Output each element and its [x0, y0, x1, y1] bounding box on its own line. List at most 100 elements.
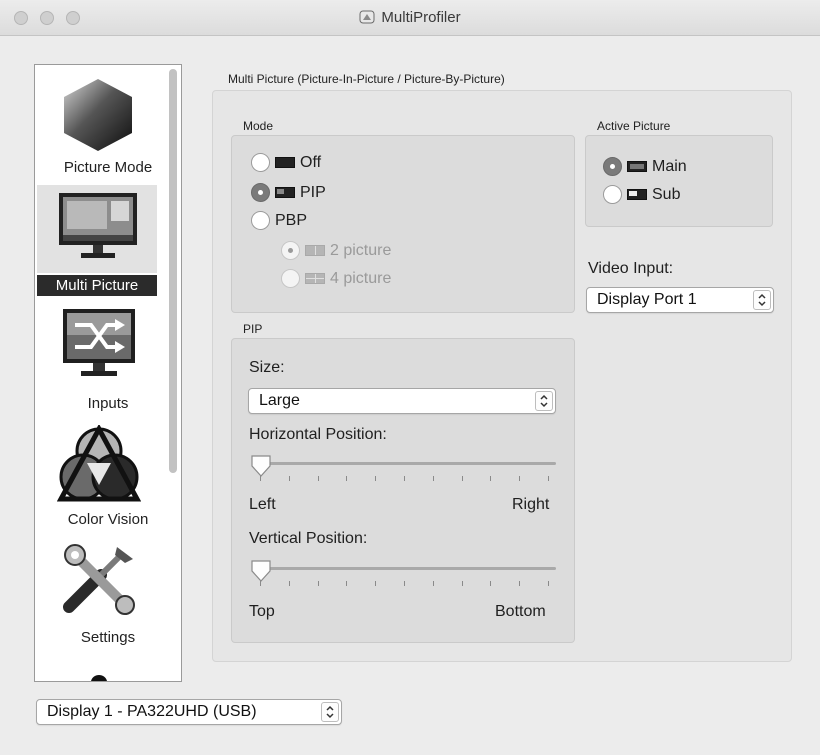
slider-track	[252, 462, 556, 465]
vertical-position-label: Vertical Position:	[249, 530, 368, 547]
title-bar: MultiProfiler	[0, 0, 820, 36]
active-picture-group-title: Active Picture	[597, 119, 671, 133]
slider-tick	[404, 581, 405, 586]
video-input-select[interactable]: Display Port 1	[586, 287, 774, 313]
slider-tick	[548, 476, 549, 481]
monitor-icon	[59, 193, 137, 258]
sidebar: Picture Mode Multi Picture Inputs Color …	[34, 64, 182, 682]
sidebar-item-picture-mode[interactable]: Picture Mode	[35, 65, 181, 183]
radio-button[interactable]	[251, 153, 270, 172]
video-input-label: Video Input:	[588, 260, 674, 277]
vertical-min-label: Top	[249, 603, 275, 620]
radio-button[interactable]	[603, 185, 622, 204]
horizontal-position-slider[interactable]	[250, 454, 556, 484]
sidebar-item-label: Color Vision	[67, 511, 149, 528]
slider-tick	[461, 476, 463, 481]
video-input-value: Display Port 1	[597, 291, 697, 308]
slider-tick	[288, 581, 290, 586]
slider-tick	[519, 581, 521, 586]
size-value: Large	[259, 392, 300, 409]
mode-option-pip[interactable]: PIP	[251, 183, 326, 202]
display-select-value: Display 1 - PA322UHD (USB)	[47, 703, 257, 720]
slider-tick	[317, 476, 319, 481]
slider-tick	[260, 476, 261, 481]
pbp-option-4-picture[interactable]: 4 picture	[281, 269, 391, 288]
slider-tick	[375, 581, 377, 586]
size-select[interactable]: Large	[248, 388, 556, 414]
sidebar-item-label: Settings	[80, 629, 136, 646]
color-vision-icon	[57, 425, 141, 502]
slider-tick	[288, 476, 290, 481]
two-picture-icon	[305, 245, 325, 256]
multi-picture-group-title: Multi Picture (Picture-In-Picture / Pict…	[228, 72, 505, 86]
slider-tick	[432, 581, 434, 586]
slider-tick	[432, 476, 434, 481]
select-stepper[interactable]	[535, 391, 553, 411]
pip-group-title: PIP	[243, 322, 263, 336]
mode-option-off[interactable]: Off	[251, 153, 321, 172]
radio-button[interactable]	[251, 211, 270, 230]
mode-group-title: Mode	[243, 119, 274, 133]
vertical-position-slider[interactable]	[250, 559, 556, 589]
slider-tick	[375, 476, 377, 481]
radio-button-selected[interactable]	[251, 183, 270, 202]
slider-tick	[404, 476, 405, 481]
window-title: MultiProfiler	[381, 9, 461, 26]
window-title-area: MultiProfiler	[0, 9, 820, 26]
sidebar-item-label: Multi Picture	[37, 275, 157, 296]
mode-option-label: Off	[300, 153, 322, 171]
slider-tick	[461, 581, 463, 586]
slider-tick	[490, 581, 492, 586]
pbp-option-2-picture[interactable]: 2 picture	[281, 241, 391, 260]
app-window: MultiProfiler Picture Mode Multi Picture…	[0, 0, 820, 755]
select-stepper[interactable]	[753, 290, 771, 310]
slider-thumb[interactable]	[250, 559, 272, 583]
inputs-icon	[63, 309, 135, 376]
active-picture-box	[585, 135, 773, 227]
sidebar-item-multi-picture[interactable]: Multi Picture	[35, 185, 181, 297]
picture-mode-icon	[64, 79, 132, 151]
sidebar-item-label: Inputs	[87, 395, 129, 412]
slider-tick	[490, 476, 492, 481]
main-picture-icon	[627, 161, 647, 172]
radio-button-disabled[interactable]	[281, 269, 300, 288]
slider-tick	[317, 581, 319, 586]
sidebar-item-settings[interactable]: Settings	[35, 539, 181, 651]
sidebar-item-color-vision[interactable]: Color Vision	[35, 421, 181, 533]
chevron-up-down-icon	[758, 293, 766, 307]
slider-tick	[519, 476, 521, 481]
slider-tick	[548, 581, 549, 586]
sub-picture-icon	[627, 189, 647, 200]
vertical-max-label: Bottom	[495, 603, 546, 620]
slider-tick	[260, 581, 261, 586]
active-picture-sub[interactable]: Sub	[603, 185, 680, 204]
display-select[interactable]: Display 1 - PA322UHD (USB)	[36, 699, 342, 725]
four-picture-icon	[305, 273, 325, 284]
select-stepper[interactable]	[321, 702, 339, 722]
radio-button-disabled[interactable]	[281, 241, 300, 260]
mode-option-label: PBP	[275, 211, 308, 229]
sidebar-item-inputs[interactable]: Inputs	[35, 303, 181, 417]
pbp-option-label: 4 picture	[330, 269, 392, 287]
active-picture-label: Main	[652, 157, 687, 175]
pbp-option-label: 2 picture	[330, 241, 392, 259]
chevron-up-down-icon	[540, 394, 548, 408]
radio-button-selected[interactable]	[603, 157, 622, 176]
pip-box	[231, 338, 575, 643]
monitor-off-icon	[275, 157, 295, 168]
chevron-up-down-icon	[326, 705, 334, 719]
pip-icon	[275, 187, 295, 198]
active-picture-label: Sub	[652, 185, 681, 203]
slider-thumb[interactable]	[250, 454, 272, 478]
horizontal-max-label: Right	[512, 496, 550, 513]
app-icon	[359, 10, 375, 24]
next-item-icon	[91, 675, 107, 681]
mode-option-label: PIP	[300, 183, 326, 201]
slider-tick	[346, 476, 348, 481]
mode-option-pbp[interactable]: PBP	[251, 211, 307, 230]
sidebar-scrollbar[interactable]	[169, 69, 177, 473]
sidebar-item-label: Picture Mode	[63, 159, 153, 176]
slider-track	[252, 567, 556, 570]
active-picture-main[interactable]: Main	[603, 157, 687, 176]
horizontal-position-label: Horizontal Position:	[249, 426, 387, 443]
